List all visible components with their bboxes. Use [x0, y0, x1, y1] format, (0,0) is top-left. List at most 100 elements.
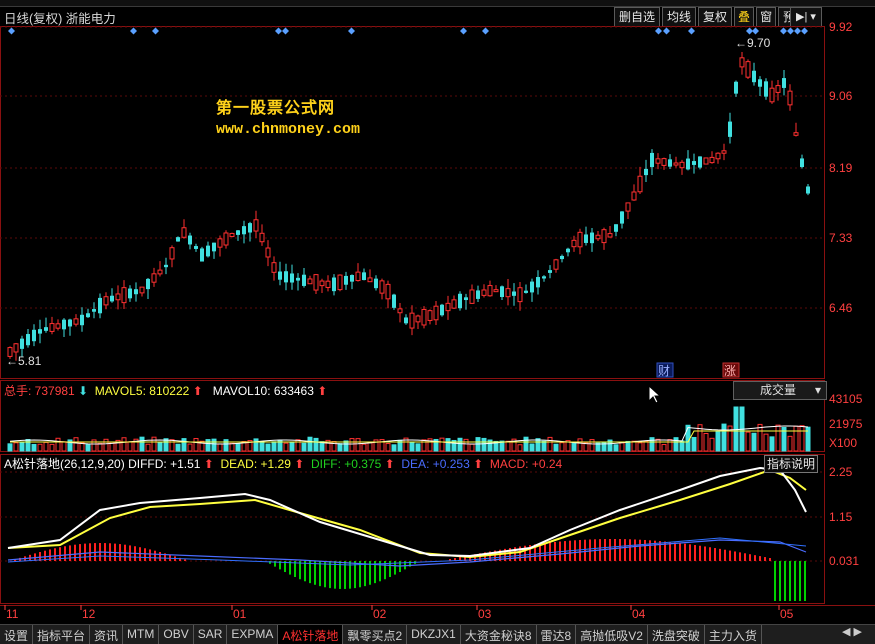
mavol10-value: 633463 [273, 384, 314, 398]
dea-value: +0.253 [432, 457, 470, 471]
candle-body [806, 186, 810, 194]
candle-body [469, 289, 475, 304]
volume-bar [799, 425, 805, 452]
volume-bar [229, 442, 235, 452]
candle-body [271, 262, 277, 273]
macd-panel-frame [0, 454, 825, 604]
candle-body [169, 247, 175, 260]
candle-body [553, 259, 559, 270]
candle-body [661, 158, 667, 166]
tab-dkzjx1[interactable]: DKZJX1 [407, 625, 461, 644]
date-tick: 11 [6, 607, 19, 621]
candle-body [800, 158, 804, 168]
volume-bar [481, 437, 487, 452]
tab-settings[interactable]: 设置 [0, 625, 34, 644]
tab-expma[interactable]: EXPMA [227, 625, 279, 644]
high-price-label: ←9.70 [735, 36, 771, 50]
tab-obv[interactable]: OBV [159, 625, 194, 644]
volume-bar [271, 441, 277, 452]
tab-indicator-platform[interactable]: 指标平台 [33, 625, 91, 644]
volume-bar [787, 435, 793, 452]
candle-body [26, 334, 30, 346]
rise-event-marker[interactable]: 涨 [724, 363, 736, 378]
candle-body [139, 286, 145, 294]
volume-bar [295, 439, 301, 452]
candle-body [32, 329, 36, 342]
volume-bar [121, 437, 127, 452]
candle-body [764, 81, 768, 97]
diff-value: +0.375 [344, 457, 382, 471]
candle-body [487, 285, 493, 297]
volume-tick: 43105 [829, 392, 863, 406]
candle-body [542, 276, 546, 279]
candle-body [637, 175, 643, 193]
tab-main-force-entry[interactable]: 主力入货 [705, 625, 762, 644]
candle-body [668, 159, 672, 167]
volume-bar [529, 443, 535, 452]
finance-event-marker[interactable]: 财 [658, 364, 670, 378]
volume-bar [517, 444, 523, 452]
candle-body [307, 278, 313, 285]
volume-bar [703, 432, 709, 452]
indicator-help-button[interactable]: 指标说明 [764, 455, 818, 473]
candle-body [253, 219, 259, 232]
candle-body [458, 293, 462, 309]
volume-bar [763, 433, 769, 452]
candle-body [313, 274, 319, 291]
tab-sar[interactable]: SAR [194, 625, 228, 644]
volume-bar [55, 437, 61, 452]
volume-bar [457, 437, 463, 452]
candle-body [80, 314, 84, 326]
tab-piaoling-buy2[interactable]: 飘零买点2 [343, 625, 408, 644]
candle-body [115, 293, 121, 301]
volume-bar [169, 439, 175, 452]
candle-body [217, 238, 223, 248]
price-tick: 6.46 [829, 301, 853, 315]
volume-bar [547, 436, 553, 452]
tab-big-fund-secret8[interactable]: 大资金秘诀8 [461, 625, 537, 644]
candle-body [325, 280, 331, 288]
tab-scroll-arrows[interactable]: ◀ ▶ [842, 625, 862, 638]
candle-body [332, 277, 336, 292]
volume-bar [655, 438, 661, 452]
candle-body [451, 299, 457, 309]
tab-songzhen-luodi[interactable]: A松针落地 [278, 625, 344, 644]
volume-indicator-select[interactable]: 成交量 ▾ [733, 381, 827, 400]
date-tick: 12 [82, 607, 96, 621]
candle-body [44, 327, 48, 331]
candle-body [524, 290, 528, 293]
candle-body [650, 152, 654, 168]
candle-body [601, 229, 607, 244]
volume-bar [103, 438, 109, 452]
dead-line [7, 468, 807, 559]
candle-body [73, 318, 79, 325]
tab-news[interactable]: 资讯 [90, 625, 124, 644]
volume-bar [139, 436, 145, 452]
candle-body [745, 61, 751, 78]
tab-mtm[interactable]: MTM [123, 625, 160, 644]
candle-body [121, 287, 127, 304]
volume-bar [559, 442, 565, 452]
candle-body [679, 161, 685, 169]
candle-body [775, 85, 781, 93]
volume-bar [469, 443, 475, 452]
candle-body [625, 202, 631, 212]
candle-body [38, 329, 42, 334]
volume-bar [637, 442, 643, 452]
candle-body [517, 287, 523, 303]
candle-body [362, 272, 366, 281]
candle-body [404, 317, 408, 324]
macd-info: A松针落地(26,12,9,20) DIFFD: +1.51 ⬆ DEAD: +… [4, 457, 563, 471]
candle-body [560, 255, 564, 260]
candle-body [607, 233, 613, 238]
candle-body [62, 319, 66, 330]
tab-high-sell-low-buy-v2[interactable]: 高抛低吸V2 [576, 625, 648, 644]
volume-bar [187, 443, 193, 452]
candle-body [739, 57, 745, 68]
tab-washout-breakout[interactable]: 洗盘突破 [648, 625, 705, 644]
candlestick-series [7, 51, 810, 361]
candle-body [337, 274, 343, 291]
candle-body [752, 70, 756, 83]
volume-bar [661, 444, 667, 452]
tab-radar8[interactable]: 雷达8 [537, 625, 577, 644]
